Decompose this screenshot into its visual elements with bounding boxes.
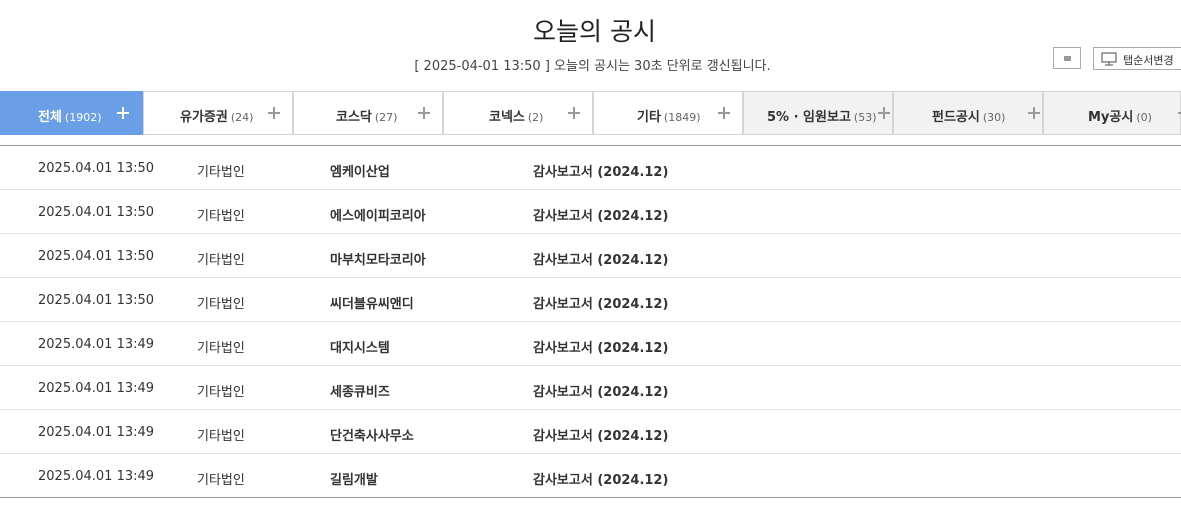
tab-label: 5% · 임원보고 — [767, 110, 851, 125]
company-link[interactable]: 씨더블유씨앤디 — [330, 293, 414, 312]
table-row: 2025.04.01 13:49 기타법인 길림개발 감사보고서 (2024.1… — [0, 454, 1181, 498]
tab-label: My공시 — [1088, 110, 1134, 125]
pause-refresh-button[interactable] — [1053, 47, 1081, 69]
tab-label: 코넥스 — [489, 110, 525, 125]
disclosure-list: 2025.04.01 13:50 기타법인 엠케이산업 감사보고서 (2024.… — [0, 146, 1181, 498]
stop-icon — [1064, 56, 1071, 61]
table-row: 2025.04.01 13:50 기타법인 엠케이산업 감사보고서 (2024.… — [0, 146, 1181, 190]
tab-count: (27) — [374, 111, 398, 124]
disclosure-time: 2025.04.01 13:49 — [38, 337, 155, 352]
report-link[interactable]: 감사보고서 (2024.12) — [533, 161, 668, 180]
tab-label: 코스닥 — [336, 110, 372, 125]
tab-kosdaq[interactable]: 코스닥 (27) — [293, 91, 443, 135]
table-row: 2025.04.01 13:50 기타법인 마부치모타코리아 감사보고서 (20… — [0, 234, 1181, 278]
disclosure-time: 2025.04.01 13:50 — [38, 293, 155, 308]
market-type: 기타법인 — [197, 429, 245, 444]
table-row: 2025.04.01 13:50 기타법인 에스에이피코리아 감사보고서 (20… — [0, 190, 1181, 234]
tab-fund-disclosure[interactable]: 펀드공시 (30) — [893, 91, 1043, 135]
page-title: 오늘의 공시 — [533, 17, 656, 46]
tab-order-change-button[interactable]: 탭순서변경 — [1093, 47, 1181, 70]
report-link[interactable]: 감사보고서 (2024.12) — [533, 381, 668, 400]
plus-icon[interactable] — [117, 107, 129, 119]
tab-count: (24) — [230, 111, 254, 124]
market-type: 기타법인 — [197, 385, 245, 400]
tab-kospi[interactable]: 유가증권 (24) — [143, 91, 293, 135]
table-row: 2025.04.01 13:50 기타법인 씨더블유씨앤디 감사보고서 (202… — [0, 278, 1181, 322]
company-link[interactable]: 에스에이피코리아 — [330, 205, 426, 224]
market-type: 기타법인 — [197, 165, 245, 180]
market-type: 기타법인 — [197, 209, 245, 224]
tab-konex[interactable]: 코넥스 (2) — [443, 91, 593, 135]
tab-count: (2) — [527, 111, 544, 124]
plus-icon[interactable] — [878, 107, 890, 119]
report-link[interactable]: 감사보고서 (2024.12) — [533, 425, 668, 444]
market-type: 기타법인 — [197, 341, 245, 356]
tab-count: (1902) — [64, 111, 102, 124]
plus-icon[interactable] — [418, 107, 430, 119]
company-link[interactable]: 세종큐비즈 — [330, 381, 390, 400]
company-link[interactable]: 대지시스템 — [330, 337, 390, 356]
tab-other[interactable]: 기타 (1849) — [593, 91, 743, 135]
company-link[interactable]: 마부치모타코리아 — [330, 249, 426, 268]
plus-icon[interactable] — [268, 107, 280, 119]
tab-count: (53) — [853, 111, 877, 124]
tab-count: (1849) — [663, 111, 701, 124]
tab-label: 기타 — [637, 110, 661, 125]
company-link[interactable]: 엠케이산업 — [330, 161, 390, 180]
table-row: 2025.04.01 13:49 기타법인 세종큐비즈 감사보고서 (2024.… — [0, 366, 1181, 410]
market-type: 기타법인 — [197, 297, 245, 312]
report-link[interactable]: 감사보고서 (2024.12) — [533, 469, 668, 488]
company-link[interactable]: 단건축사사무소 — [330, 425, 414, 444]
plus-icon[interactable] — [718, 107, 730, 119]
tab-order-change-label: 탭순서변경 — [1123, 54, 1174, 67]
disclosure-time: 2025.04.01 13:50 — [38, 205, 155, 220]
disclosure-time: 2025.04.01 13:50 — [38, 249, 155, 264]
table-row: 2025.04.01 13:49 기타법인 대지시스템 감사보고서 (2024.… — [0, 322, 1181, 366]
disclosure-tab-bar: 전체 (1902) 유가증권 (24) 코스닥 (27) 코넥스 (2) 기타 (1849… — [0, 91, 1181, 136]
tab-label: 유가증권 — [180, 110, 228, 125]
tab-all[interactable]: 전체 (1902) — [0, 91, 143, 135]
report-link[interactable]: 감사보고서 (2024.12) — [533, 249, 668, 268]
market-type: 기타법인 — [197, 253, 245, 268]
table-row: 2025.04.01 13:49 기타법인 단건축사사무소 감사보고서 (202… — [0, 410, 1181, 454]
tab-count: (30) — [982, 111, 1006, 124]
tab-5pct-executive-report[interactable]: 5% · 임원보고 (53) — [743, 91, 893, 135]
tab-label: 펀드공시 — [932, 110, 980, 125]
market-type: 기타법인 — [197, 473, 245, 488]
plus-icon[interactable] — [1028, 107, 1040, 119]
update-notice: [ 2025-04-01 13:50 ] 오늘의 공시는 30초 단위로 갱신됩… — [414, 59, 771, 74]
tab-count: (0) — [1136, 111, 1152, 124]
plus-icon[interactable] — [568, 107, 580, 119]
report-link[interactable]: 감사보고서 (2024.12) — [533, 205, 668, 224]
disclosure-time: 2025.04.01 13:49 — [38, 469, 155, 484]
disclosure-time: 2025.04.01 13:49 — [38, 381, 155, 396]
report-link[interactable]: 감사보고서 (2024.12) — [533, 337, 668, 356]
report-link[interactable]: 감사보고서 (2024.12) — [533, 293, 668, 312]
tab-label: 전체 — [38, 110, 62, 125]
tab-my-disclosure[interactable]: My공시 (0) — [1043, 91, 1181, 135]
monitor-icon — [1101, 52, 1117, 66]
company-link[interactable]: 길림개발 — [330, 469, 378, 488]
disclosure-time: 2025.04.01 13:49 — [38, 425, 155, 440]
disclosure-time: 2025.04.01 13:50 — [38, 161, 155, 176]
